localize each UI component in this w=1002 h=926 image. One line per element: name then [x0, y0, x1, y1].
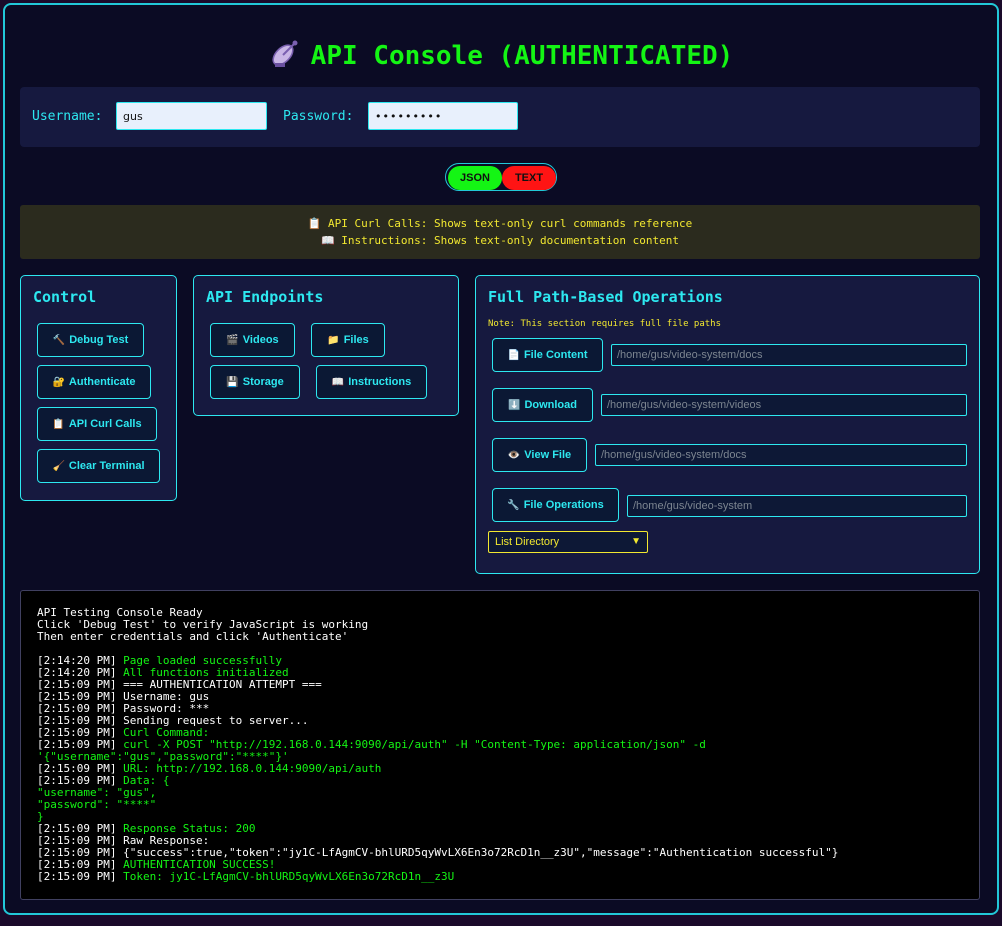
operations-note: Note: This section requires full file pa…: [488, 319, 721, 329]
terminal-output: API Testing Console Ready Click 'Debug T…: [20, 590, 980, 900]
username-label: Username:: [32, 109, 103, 124]
eye-icon: 👁️: [507, 450, 521, 461]
select-value: List Directory: [495, 536, 560, 548]
clapper-icon: 🎬: [226, 335, 239, 346]
log-timestamp: [2:15:09 PM]: [37, 870, 124, 883]
folder-icon: 📁: [327, 335, 340, 346]
chevron-down-icon: ▼: [631, 536, 641, 547]
button-label: Authenticate: [68, 376, 136, 388]
book-icon: 📖: [331, 377, 345, 388]
title-text: API Console (AUTHENTICATED): [310, 41, 734, 71]
disk-icon: 💾: [226, 377, 239, 388]
password-input[interactable]: [368, 102, 518, 130]
terminal-log-line: "username": "gus",: [37, 787, 979, 799]
terminal-log: [2:14:20 PM] Page loaded successfully [2:…: [37, 655, 979, 883]
button-label: Videos: [242, 334, 279, 346]
hammer-icon: 🔨: [52, 335, 66, 346]
button-label: API Curl Calls: [68, 418, 142, 430]
password-label: Password:: [283, 109, 354, 124]
download-icon: ⬇️: [507, 400, 521, 411]
button-label: File Operations: [523, 499, 604, 511]
info-line-instructions: 📖 Instructions: Shows text-only document…: [320, 234, 680, 247]
storage-button[interactable]: 💾 Storage: [210, 365, 300, 399]
console-window: API Console (AUTHENTICATED) Username: Pa…: [3, 3, 999, 915]
json-toggle-button[interactable]: JSON: [448, 166, 502, 190]
api-endpoints-panel: API Endpoints 🎬 Videos 📁 Files 💾 Storage 📖 I…: [193, 275, 459, 416]
view-file-button[interactable]: 👁️ View File: [492, 438, 587, 472]
authenticate-button[interactable]: 🔐 Authenticate: [37, 365, 151, 399]
file-operations-button[interactable]: 🔧 File Operations: [492, 488, 619, 522]
download-button[interactable]: ⬇️ Download: [492, 388, 593, 422]
clipboard-icon: 📋: [52, 419, 65, 430]
file-content-button[interactable]: 📄 File Content: [492, 338, 603, 372]
operations-title: Full Path-Based Operations: [488, 288, 723, 306]
page-title: API Console (AUTHENTICATED): [5, 39, 997, 71]
clear-terminal-button[interactable]: 🧹 Clear Terminal: [37, 449, 160, 483]
info-line-curl: 📋 API Curl Calls: Shows text-only curl c…: [307, 217, 693, 230]
credentials-bar: Username: Password:: [20, 87, 980, 147]
log-message: "password": "****": [37, 798, 157, 811]
button-label: Debug Test: [69, 334, 129, 346]
document-icon: 📄: [507, 350, 520, 361]
control-panel: Control 🔨 Debug Test 🔐 Authenticate 📋 API C…: [20, 275, 177, 501]
view-file-path-input[interactable]: /home/gus/video-system/docs: [595, 444, 967, 466]
wrench-icon: 🔧: [507, 500, 520, 511]
satellite-icon: [272, 40, 298, 67]
terminal-log-line: [2:15:09 PM] Data: {: [37, 775, 979, 787]
button-label: Storage: [242, 376, 284, 388]
broom-icon: 🧹: [52, 461, 65, 472]
button-label: Instructions: [348, 376, 412, 388]
download-path-input[interactable]: /home/gus/video-system/videos: [601, 394, 967, 416]
videos-button[interactable]: 🎬 Videos: [210, 323, 295, 357]
files-button[interactable]: 📁 Files: [311, 323, 385, 357]
path-operations-panel: Full Path-Based Operations Note: This se…: [475, 275, 980, 574]
file-content-path-input[interactable]: /home/gus/video-system/docs: [611, 344, 967, 366]
button-label: Download: [524, 399, 577, 411]
button-label: Clear Terminal: [68, 460, 145, 472]
button-label: Files: [343, 334, 369, 346]
endpoints-title: API Endpoints: [206, 288, 324, 306]
button-label: File Content: [523, 349, 588, 361]
info-banner: 📋 API Curl Calls: Shows text-only curl c…: [20, 205, 980, 259]
log-message: Token: jy1C-LfAgmCV-bhlURD5qyWvLX6En3o72…: [123, 870, 455, 883]
terminal-log-line: [2:15:09 PM] Token: jy1C-LfAgmCV-bhlURD5…: [37, 871, 979, 883]
terminal-log-line: "password": "****": [37, 799, 979, 811]
file-operations-path-input[interactable]: /home/gus/video-system: [627, 495, 967, 517]
terminal-log-line: [2:15:09 PM] URL: http://192.168.0.144:9…: [37, 763, 979, 775]
button-label: View File: [524, 449, 572, 461]
instructions-button[interactable]: 📖 Instructions: [316, 365, 427, 399]
debug-test-button[interactable]: 🔨 Debug Test: [37, 323, 144, 357]
api-curl-calls-button[interactable]: 📋 API Curl Calls: [37, 407, 157, 441]
format-toggle: JSON TEXT: [445, 163, 557, 191]
text-toggle-button[interactable]: TEXT: [502, 166, 556, 190]
lock-icon: 🔐: [52, 377, 65, 388]
control-title: Control: [33, 288, 97, 306]
operation-select[interactable]: List Directory ▼: [488, 531, 648, 553]
username-input[interactable]: [116, 102, 267, 130]
terminal-line: Then enter credentials and click 'Authen…: [37, 630, 349, 643]
